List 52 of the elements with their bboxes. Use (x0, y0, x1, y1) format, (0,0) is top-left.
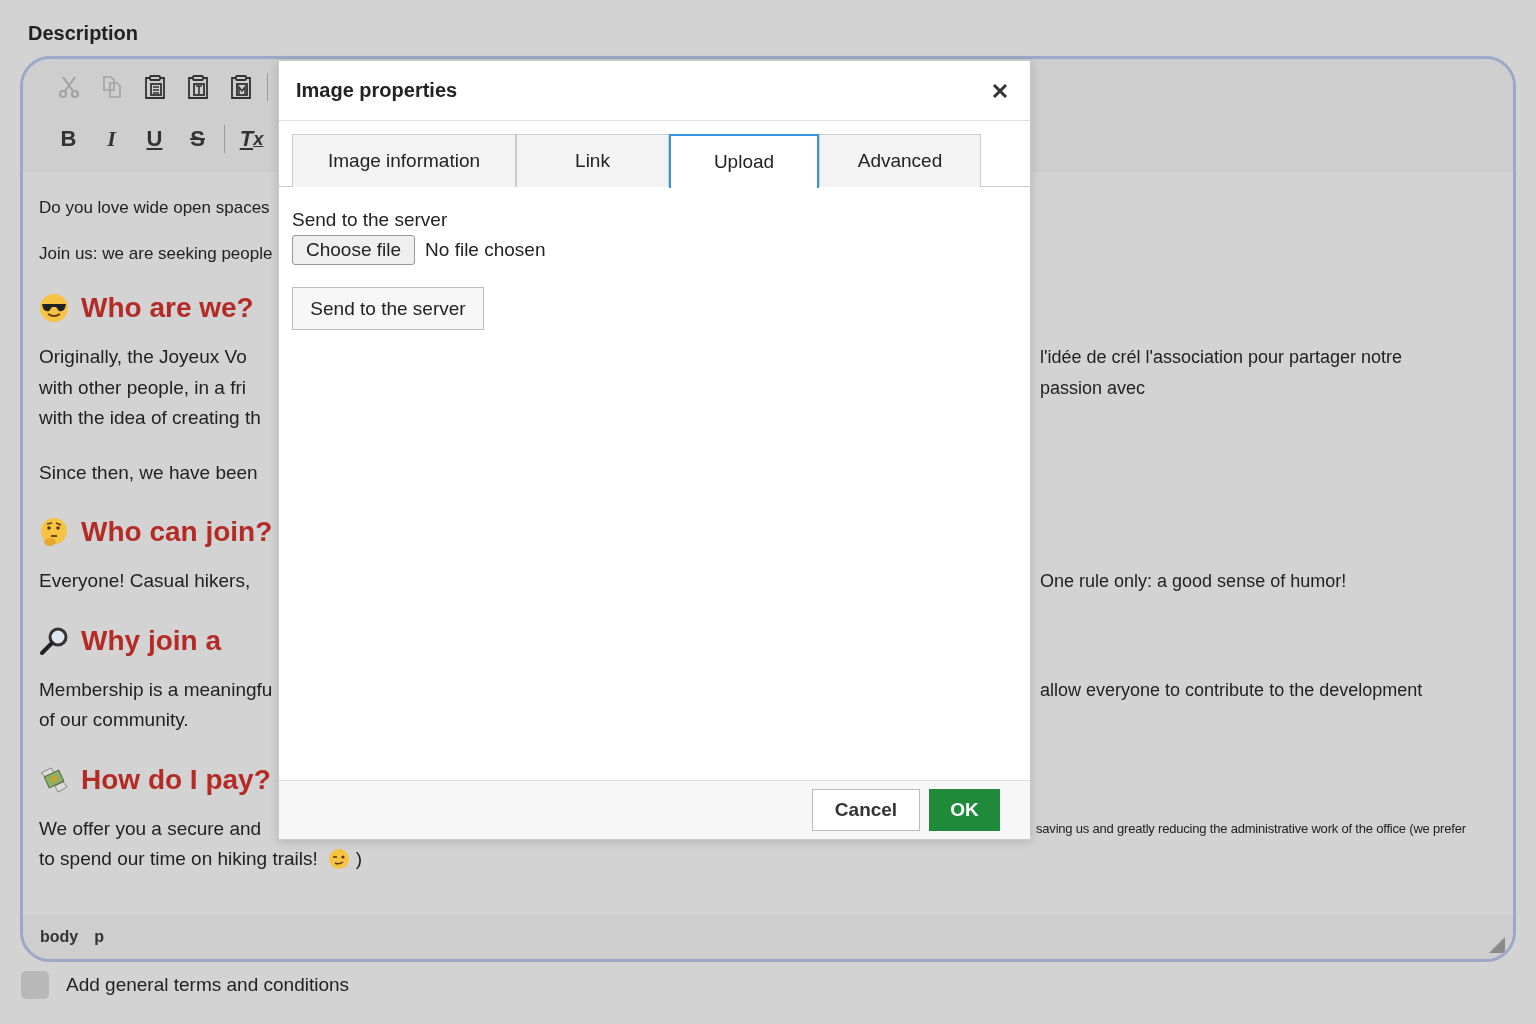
paragraph-text: saving us and greatly reducing the administrative work of the office (we prefer (1036, 819, 1466, 838)
dialog-tab[interactable]: Advanced (819, 134, 981, 187)
dialog-tab[interactable]: Upload (669, 134, 819, 188)
section-heading: Who can join? (81, 516, 273, 548)
section-heading: Who are we? (81, 292, 254, 324)
winking-face-icon (327, 848, 350, 871)
italic-button[interactable]: I (92, 121, 131, 157)
cancel-button[interactable]: Cancel (812, 789, 920, 831)
clipboard-icon (229, 75, 252, 99)
paragraph-text: Since then, we have been (39, 460, 258, 485)
resize-handle-icon[interactable] (1489, 937, 1505, 953)
paragraph-text: l'idée de crél l'association pour partager notre (1040, 346, 1403, 369)
element-path-link[interactable]: body (40, 928, 79, 946)
paragraph-text: with the idea of creating th (39, 406, 261, 430)
paragraph-text: One rule only: a good sense of humor! (1040, 570, 1347, 593)
close-icon[interactable] (992, 82, 1008, 99)
dialog-tab[interactable]: Image information (292, 134, 516, 187)
clipboard-icon (186, 75, 209, 99)
dialog-tab[interactable]: Link (516, 134, 669, 187)
send-to-server-button[interactable]: Send to the server (292, 287, 484, 330)
paragraph-text: We offer you a secure and (39, 816, 262, 841)
clipboard-icon (143, 75, 166, 99)
strikethrough-button[interactable]: S (178, 121, 217, 157)
underline-button[interactable]: U (135, 121, 174, 157)
paragraph-text: passion avec (1040, 376, 1146, 400)
paragraph-text: to spend our time on hiking trails! (39, 847, 318, 871)
copy-icon (101, 76, 122, 98)
scissors-icon (58, 76, 79, 98)
ok-button[interactable]: OK (929, 789, 1000, 831)
paragraph-text: Everyone! Casual hikers, (39, 569, 251, 593)
element-path-link[interactable]: p (94, 928, 104, 946)
paragraph-text: Membership is a meaningfu (39, 677, 273, 702)
upload-label: Send to the server (292, 209, 448, 231)
sunglasses-face-icon (39, 293, 69, 323)
section-heading: How do I pay? (81, 763, 271, 796)
choose-file-button[interactable]: Choose file (292, 235, 416, 265)
magnifier-icon (39, 625, 69, 656)
paragraph-text: Originally, the Joyeux Vo (39, 345, 247, 369)
field-label: Description (28, 21, 140, 46)
bold-button[interactable]: B (49, 121, 88, 157)
paragraph-text: Join us: we are seeking people (39, 243, 273, 265)
checkbox[interactable] (21, 971, 49, 999)
file-status-text: No file chosen (425, 239, 546, 261)
paragraph-text: Do you love wide open spaces (39, 197, 270, 219)
thinking-face-icon (39, 517, 69, 547)
dialog-title: Image properties (296, 79, 458, 102)
paragraph-text: of our community. (39, 708, 189, 732)
paragraph-text: with other people, in a fri (39, 375, 246, 400)
checkbox-label: Add general terms and conditions (66, 974, 350, 996)
paragraph-text: ) (355, 847, 363, 871)
section-heading: Why join a (81, 624, 221, 657)
paragraph-text: allow everyone to contribute to the development (1040, 678, 1423, 702)
